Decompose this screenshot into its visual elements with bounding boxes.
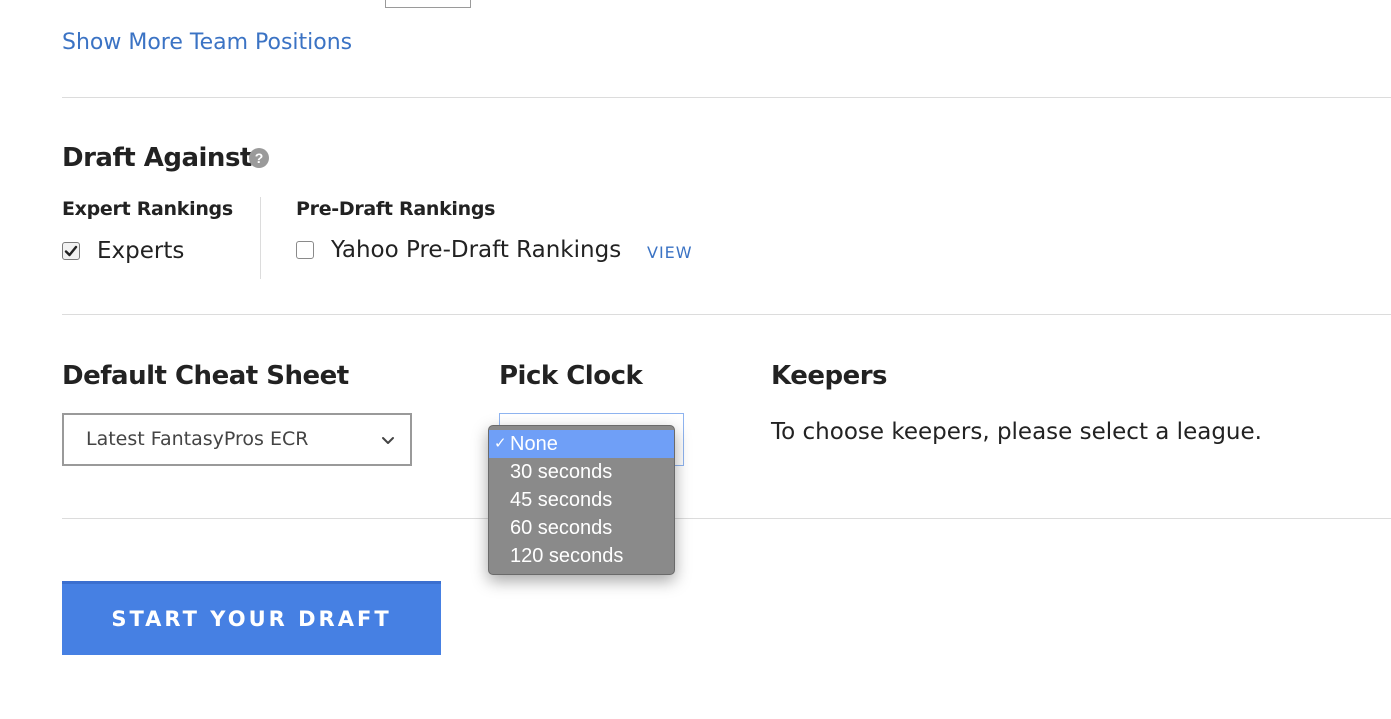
show-more-team-positions-link[interactable]: Show More Team Positions: [62, 30, 352, 55]
yahoo-pre-draft-label: Yahoo Pre-Draft Rankings: [331, 237, 622, 263]
pre-draft-rankings-heading: Pre-Draft Rankings: [296, 198, 496, 220]
pick-clock-option-label: 60 seconds: [510, 517, 613, 539]
check-icon: ✓: [494, 435, 507, 452]
team-position-select-stub[interactable]: [385, 0, 471, 8]
pick-clock-option-label: 45 seconds: [510, 489, 613, 511]
keepers-title: Keepers: [771, 361, 888, 391]
yahoo-pre-draft-checkbox[interactable]: [296, 241, 314, 259]
divider: [62, 518, 1391, 519]
pick-clock-option-label: None: [510, 433, 558, 455]
cheat-sheet-selected-value: Latest FantasyPros ECR: [86, 428, 309, 450]
start-draft-button[interactable]: START YOUR DRAFT: [62, 581, 441, 655]
view-rankings-link[interactable]: VIEW: [647, 243, 693, 262]
keepers-message: To choose keepers, please select a leagu…: [771, 419, 1262, 445]
experts-option[interactable]: Experts: [62, 238, 184, 264]
pick-clock-option[interactable]: 60 seconds: [489, 514, 674, 542]
pick-clock-option[interactable]: 30 seconds: [489, 458, 674, 486]
pick-clock-option[interactable]: 120 seconds: [489, 542, 674, 570]
pick-clock-option[interactable]: 45 seconds: [489, 486, 674, 514]
chevron-down-icon: [382, 437, 394, 444]
divider: [62, 314, 1391, 315]
pick-clock-dropdown-menu[interactable]: ✓ None 30 seconds 45 seconds 60 seconds …: [488, 425, 675, 575]
experts-label: Experts: [97, 238, 185, 264]
divider: [62, 97, 1391, 98]
default-cheat-sheet-title: Default Cheat Sheet: [62, 361, 349, 391]
cheat-sheet-select[interactable]: Latest FantasyPros ECR: [62, 413, 412, 466]
experts-checkbox[interactable]: [62, 242, 80, 260]
pick-clock-option[interactable]: ✓ None: [489, 430, 674, 458]
checkmark-icon: [64, 245, 78, 257]
yahoo-pre-draft-option[interactable]: Yahoo Pre-Draft Rankings: [296, 237, 621, 263]
pick-clock-option-label: 30 seconds: [510, 461, 613, 483]
expert-rankings-heading: Expert Rankings: [62, 198, 233, 220]
pick-clock-title: Pick Clock: [499, 361, 643, 391]
draft-against-title: Draft Against: [62, 143, 252, 173]
vertical-divider: [260, 197, 261, 279]
question-circle-icon[interactable]: ?: [249, 148, 269, 168]
pick-clock-option-label: 120 seconds: [510, 545, 624, 567]
